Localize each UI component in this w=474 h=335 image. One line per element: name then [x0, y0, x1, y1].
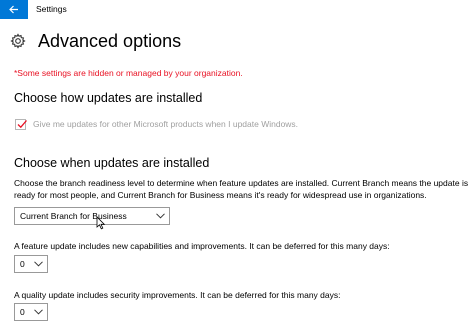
- feature-update-label: A feature update includes new capabiliti…: [14, 241, 390, 251]
- quality-update-label: A quality update includes security impro…: [14, 290, 341, 300]
- quality-deferral-dropdown[interactable]: 0: [14, 303, 48, 321]
- feature-deferral-value: 0: [20, 259, 25, 269]
- chevron-down-icon: [34, 261, 43, 267]
- install-section-heading: Choose how updates are installed: [14, 91, 203, 105]
- gear-icon: [10, 33, 26, 49]
- chevron-down-icon: [156, 213, 165, 219]
- mouse-cursor-icon: [96, 216, 106, 230]
- organization-warning: *Some settings are hidden or managed by …: [14, 68, 243, 78]
- checkmark-icon: [17, 119, 27, 128]
- feature-deferral-dropdown[interactable]: 0: [14, 255, 48, 273]
- page-title: Advanced options: [38, 31, 182, 51]
- window-title: Settings: [36, 4, 67, 14]
- back-button[interactable]: [0, 0, 28, 19]
- title-bar: Settings: [0, 0, 474, 19]
- branch-readiness-value: Current Branch for Business: [20, 211, 127, 221]
- back-arrow-icon: [9, 5, 18, 14]
- quality-deferral-value: 0: [20, 307, 25, 317]
- chevron-down-icon: [34, 309, 43, 315]
- branch-readiness-dropdown[interactable]: Current Branch for Business: [14, 207, 170, 225]
- branch-description: Choose the branch readiness level to det…: [14, 178, 469, 200]
- when-section-heading: Choose when updates are installed: [14, 156, 210, 170]
- microsoft-products-checkbox-row[interactable]: Give me updates for other Microsoft prod…: [15, 117, 298, 131]
- microsoft-products-label: Give me updates for other Microsoft prod…: [33, 119, 299, 129]
- microsoft-products-checkbox[interactable]: [15, 118, 27, 130]
